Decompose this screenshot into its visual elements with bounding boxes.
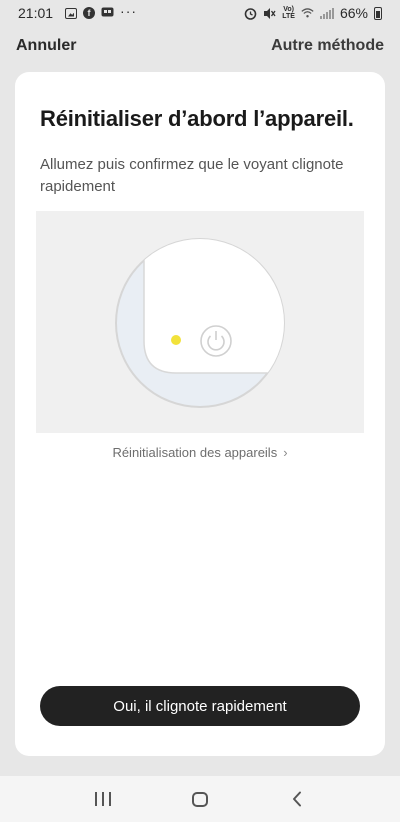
instruction-text: Allumez puis confirmez que le voyant cli… — [40, 156, 344, 195]
back-button[interactable] — [277, 784, 317, 814]
signal-icon — [319, 7, 334, 19]
back-icon — [292, 791, 301, 807]
device-corner — [143, 239, 284, 374]
chat-icon — [101, 7, 114, 19]
other-method-button[interactable]: Autre méthode — [271, 37, 384, 55]
device-illustration-svg — [115, 238, 285, 408]
wifi-icon — [301, 7, 314, 19]
status-bar-left: 21:01 f ··· — [18, 3, 138, 21]
help-link-label: Réinitialisation des appareils — [112, 445, 278, 460]
chevron-right-icon: › — [283, 445, 288, 460]
recents-button[interactable] — [83, 784, 123, 814]
more-notifications-icon: ··· — [120, 3, 138, 19]
system-navigation-bar — [0, 776, 400, 822]
volte-label: Vo) — [283, 6, 294, 13]
gallery-icon — [65, 7, 78, 19]
confirm-blinking-button[interactable]: Oui, il clignote rapidement — [40, 686, 360, 726]
status-bar: 21:01 f ··· Vo) LTE 66% — [0, 0, 400, 26]
facebook-icon: f — [83, 7, 96, 19]
device-reset-illustration — [36, 211, 364, 433]
status-time: 21:01 — [18, 5, 54, 21]
home-button[interactable] — [180, 784, 220, 814]
mute-icon — [263, 7, 276, 19]
battery-icon — [374, 6, 382, 20]
battery-percentage: 66% — [339, 5, 368, 21]
alarm-icon — [244, 7, 257, 20]
reset-device-card: Réinitialiser d’abord l’appareil. Allume… — [15, 72, 385, 756]
page-title: Réinitialiser d’abord l’appareil. — [40, 106, 354, 131]
indicator-light-icon — [171, 335, 181, 345]
device-reset-help-link[interactable]: Réinitialisation des appareils › — [15, 445, 385, 460]
status-bar-right: Vo) LTE 66% — [244, 5, 382, 21]
cancel-button[interactable]: Annuler — [16, 37, 76, 55]
top-navigation: Annuler Autre méthode — [0, 32, 400, 60]
lte-label: LTE — [282, 13, 295, 20]
volte-icon: Vo) LTE — [282, 6, 295, 20]
recents-icon — [95, 792, 112, 806]
home-icon — [191, 791, 208, 807]
